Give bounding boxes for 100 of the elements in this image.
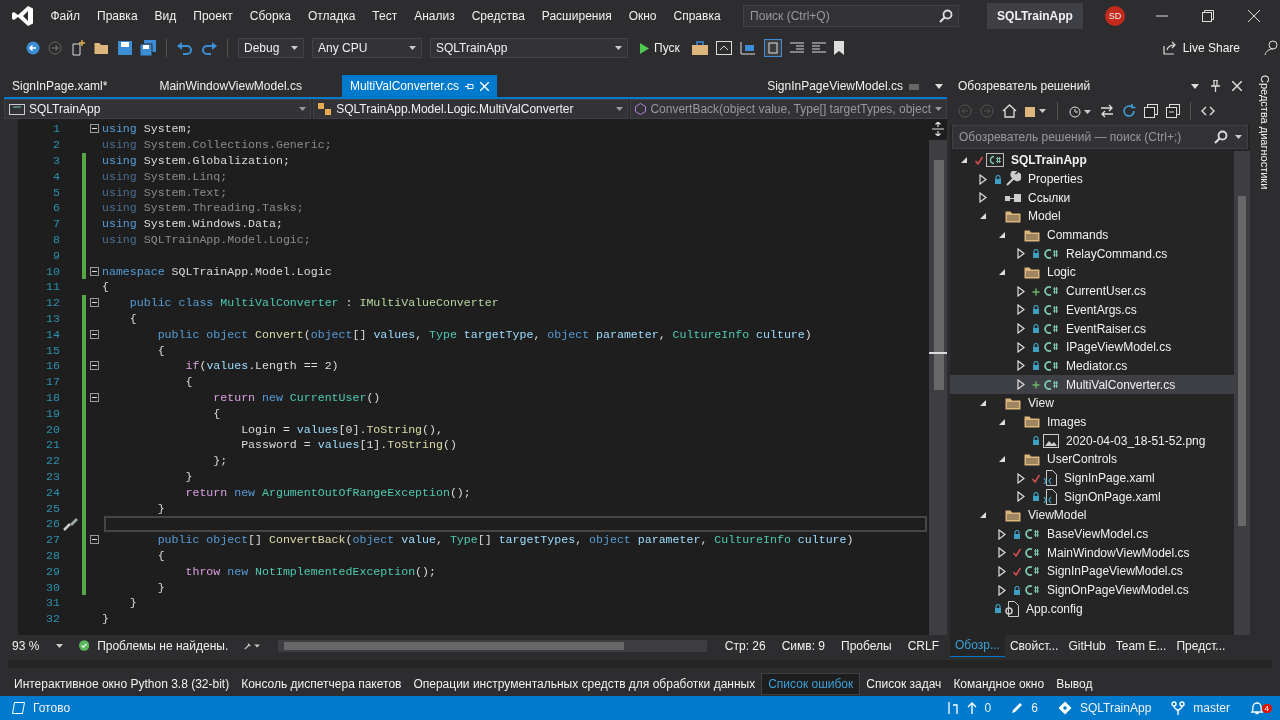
redo-icon[interactable] [201, 41, 217, 55]
save-icon[interactable] [118, 41, 132, 55]
panel-tab[interactable]: Предст... [1171, 635, 1231, 656]
bell-icon[interactable] [1250, 701, 1264, 715]
tree-item[interactable]: SignInPageViewModel.cs [950, 562, 1234, 581]
collapse-arrow-icon[interactable] [979, 212, 987, 221]
configuration-dropdown[interactable]: Any CPU [312, 38, 422, 58]
repository-icon[interactable] [1057, 701, 1072, 715]
collapse-arrow-icon[interactable] [979, 511, 987, 520]
tool-window-tab[interactable]: Консоль диспетчера пакетов [235, 674, 408, 694]
run-button[interactable]: Пуск [636, 41, 684, 55]
problems-status[interactable]: Проблемы не найдены. [97, 638, 229, 653]
expand-arrow-icon[interactable] [979, 192, 987, 204]
browser-icon[interactable] [715, 41, 732, 55]
pending-commits-count[interactable]: 0 [984, 701, 992, 715]
tree-item[interactable]: Properties [950, 169, 1234, 189]
close-icon[interactable] [1232, 81, 1242, 91]
expand-arrow-icon[interactable] [998, 584, 1006, 596]
side-tab[interactable]: Средства диагностики [1259, 75, 1271, 190]
document-tab[interactable]: SignInPage.xaml* [4, 75, 152, 97]
expand-arrow-icon[interactable] [979, 173, 987, 185]
document-tab[interactable]: MainWindowViewModel.cs [151, 75, 342, 97]
code-icon[interactable] [1201, 106, 1215, 116]
sync-icon[interactable] [1100, 104, 1114, 118]
tree-item[interactable]: EventRaiser.cs [950, 319, 1234, 338]
menu-item[interactable]: Правка [88, 9, 147, 23]
bookmark-icon[interactable] [833, 41, 844, 55]
save-all-icon[interactable] [140, 40, 156, 56]
branch-icon[interactable] [1171, 701, 1186, 715]
tree-item[interactable]: EventArgs.cs [950, 300, 1234, 320]
line-ending[interactable]: CRLF [907, 638, 939, 653]
split-icon[interactable] [932, 122, 944, 136]
tool-window-tab[interactable]: Командное окно [947, 674, 1051, 694]
collapse-icon[interactable] [89, 392, 99, 402]
branch-name[interactable]: master [1193, 701, 1230, 715]
brush-icon[interactable] [244, 640, 261, 651]
new-item-icon[interactable] [70, 40, 86, 56]
collapse-arrow-icon[interactable] [998, 268, 1006, 277]
menu-item[interactable]: Отладка [299, 9, 364, 23]
tool-window-tab[interactable]: Вывод [1050, 674, 1099, 694]
tree-item[interactable]: View [950, 393, 1234, 413]
outdent-icon[interactable] [811, 42, 826, 54]
restore-icon[interactable] [1202, 10, 1214, 22]
tree-item[interactable]: RelayCommand.cs [950, 244, 1234, 264]
solution-search-field[interactable]: Обозреватель решений — поиск (Ctrl+;) [952, 125, 1248, 149]
panel-tab[interactable]: GitHub [1063, 635, 1111, 656]
refresh-icon[interactable] [1122, 104, 1136, 118]
configuration-dropdown[interactable]: SQLTrainApp [430, 38, 628, 58]
undo-icon[interactable] [177, 41, 193, 55]
pin-icon[interactable] [1211, 80, 1220, 92]
tree-item[interactable]: IPageViewModel.cs [950, 337, 1234, 357]
tree-item[interactable]: Model [950, 207, 1234, 226]
menu-item[interactable]: Окно [620, 9, 666, 23]
menu-item[interactable]: Расширения [533, 9, 621, 23]
expand-arrow-icon[interactable] [998, 565, 1006, 577]
tree-item[interactable]: Ссылки [950, 188, 1234, 208]
expand-arrow-icon[interactable] [1017, 323, 1025, 335]
pull-request-icon[interactable] [946, 701, 959, 715]
line-position[interactable]: Стр: 26 [724, 638, 766, 653]
collapse-icon[interactable] [89, 535, 99, 545]
configuration-dropdown[interactable]: Debug [238, 38, 304, 58]
indent-mode[interactable]: Пробелы [841, 638, 892, 653]
toggle-panel-icon[interactable] [763, 39, 782, 57]
tree-item[interactable]: App.config [950, 599, 1234, 619]
panel-tab[interactable]: Обозр... [950, 634, 1005, 657]
feedback-icon[interactable] [1264, 40, 1280, 56]
menu-item[interactable]: Тест [363, 9, 406, 23]
expand-arrow-icon[interactable] [1017, 304, 1025, 316]
tree-item[interactable]: SignInPage.xaml [950, 468, 1234, 488]
tree-item[interactable]: SignOnPageViewModel.cs [950, 580, 1234, 600]
collapse-arrow-icon[interactable] [960, 156, 968, 165]
close-icon[interactable] [1248, 10, 1260, 22]
tree-item[interactable]: Commands [950, 225, 1234, 245]
dropdown-arrow-icon[interactable] [1235, 135, 1242, 139]
menu-item[interactable]: Справка [665, 9, 730, 23]
tool-window-tab[interactable]: Список задач [860, 674, 948, 694]
tab-list-arrow-icon[interactable] [935, 83, 943, 89]
menu-item[interactable]: Средства [463, 9, 534, 23]
zoom-dropdown[interactable]: 93 % [12, 638, 71, 653]
collapse-arrow-icon[interactable] [979, 399, 987, 408]
horizontal-scrollbar[interactable] [278, 639, 707, 652]
collapse-arrow-icon[interactable] [998, 231, 1006, 240]
collapse-arrow-icon[interactable] [998, 455, 1006, 464]
keep-open-icon[interactable] [909, 82, 919, 90]
navigation-dropdown[interactable]: SQLTrainApp.Model.Logic.MultiValConverter [313, 99, 629, 119]
home-icon[interactable] [1002, 104, 1017, 118]
tree-item[interactable]: 2020-04-03_18-51-52.png [950, 431, 1234, 450]
changes-count[interactable]: 6 [1031, 701, 1038, 715]
tree-item[interactable]: Logic [950, 263, 1234, 282]
expand-arrow-icon[interactable] [1017, 248, 1025, 260]
collapse-icon[interactable] [89, 266, 99, 276]
tree-item[interactable]: Images [950, 412, 1234, 432]
tree-item[interactable]: BaseViewModel.cs [950, 524, 1234, 544]
up-arrow-icon[interactable] [966, 702, 977, 714]
expand-arrow-icon[interactable] [998, 547, 1006, 559]
copy-icon[interactable] [1166, 104, 1180, 118]
tree-item[interactable]: CurrentUser.cs [950, 281, 1234, 301]
back-icon[interactable] [26, 41, 40, 55]
tree-item[interactable]: MultiValConverter.cs [950, 375, 1234, 394]
tree-item[interactable]: ViewModel [950, 506, 1234, 525]
